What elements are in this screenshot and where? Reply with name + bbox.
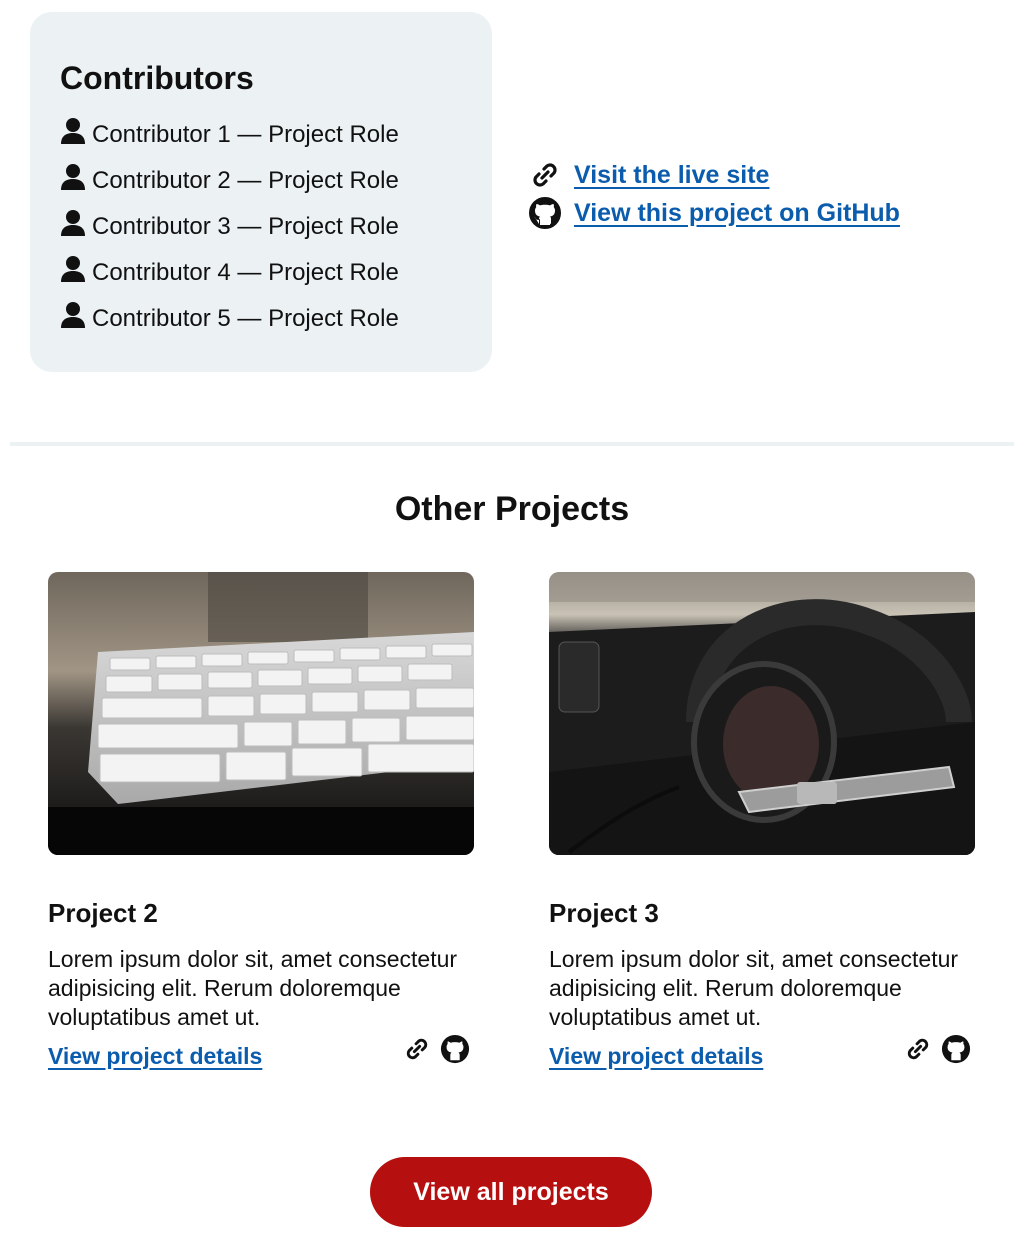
project-title: Project 3 [549,898,659,928]
github-icon[interactable] [440,1034,470,1064]
project-card: Project 2 Lorem ipsum dolor sit, amet co… [48,572,474,1076]
contributor-label: Contributor 3 — Project Role [92,213,399,240]
contributor-item: Contributor 3 — Project Role [60,204,462,250]
contributor-item: Contributor 4 — Project Role [60,250,462,296]
contributor-item: Contributor 5 — Project Role [60,296,462,342]
project-title: Project 2 [48,898,158,928]
contributor-item: Contributor 1 — Project Role [60,112,462,158]
project-card: Project 3 Lorem ipsum dolor sit, amet co… [549,572,975,1076]
project-details-link[interactable]: View project details [549,1043,763,1070]
project-description: Lorem ipsum dolor sit, amet consectetur … [48,946,458,1030]
keyboard-photo[interactable] [48,572,474,855]
contributor-label: Contributor 2 — Project Role [92,167,399,194]
other-projects-title: Other Projects [394,490,630,528]
live-site-link[interactable]: Visit the live site [574,161,769,190]
section-divider [10,442,1014,446]
contributor-label: Contributor 1 — Project Role [92,121,399,148]
github-link[interactable]: View this project on GitHub [574,199,900,228]
contributor-item: Contributor 2 — Project Role [60,158,462,204]
project-details-link[interactable]: View project details [48,1043,262,1070]
contributor-label: Contributor 4 — Project Role [92,259,399,286]
headphones-photo[interactable] [549,572,975,855]
github-icon[interactable] [941,1034,971,1064]
github-row: View this project on GitHub [528,194,900,232]
person-icon [61,118,85,144]
project-links: Visit the live site View this project on… [528,156,900,232]
project-footer: View project details [48,1034,474,1076]
live-site-row: Visit the live site [528,156,900,194]
project-icons [402,1034,470,1064]
project-footer: View project details [549,1034,975,1076]
person-icon [61,256,85,282]
project-description: Lorem ipsum dolor sit, amet consectetur … [549,946,959,1030]
person-icon [61,164,85,190]
link-icon[interactable] [402,1034,432,1064]
contributors-title: Contributors [60,60,254,96]
person-icon [61,302,85,328]
link-icon[interactable] [903,1034,933,1064]
contributors-list: Contributor 1 — Project Role Contributor… [60,112,462,342]
contributor-label: Contributor 5 — Project Role [92,305,399,332]
link-icon [528,158,562,192]
project-icons [903,1034,971,1064]
person-icon [61,210,85,236]
github-icon [528,196,562,230]
view-all-projects-button[interactable]: View all projects [370,1157,652,1227]
contributors-card: Contributors Contributor 1 — Project Rol… [30,12,492,372]
